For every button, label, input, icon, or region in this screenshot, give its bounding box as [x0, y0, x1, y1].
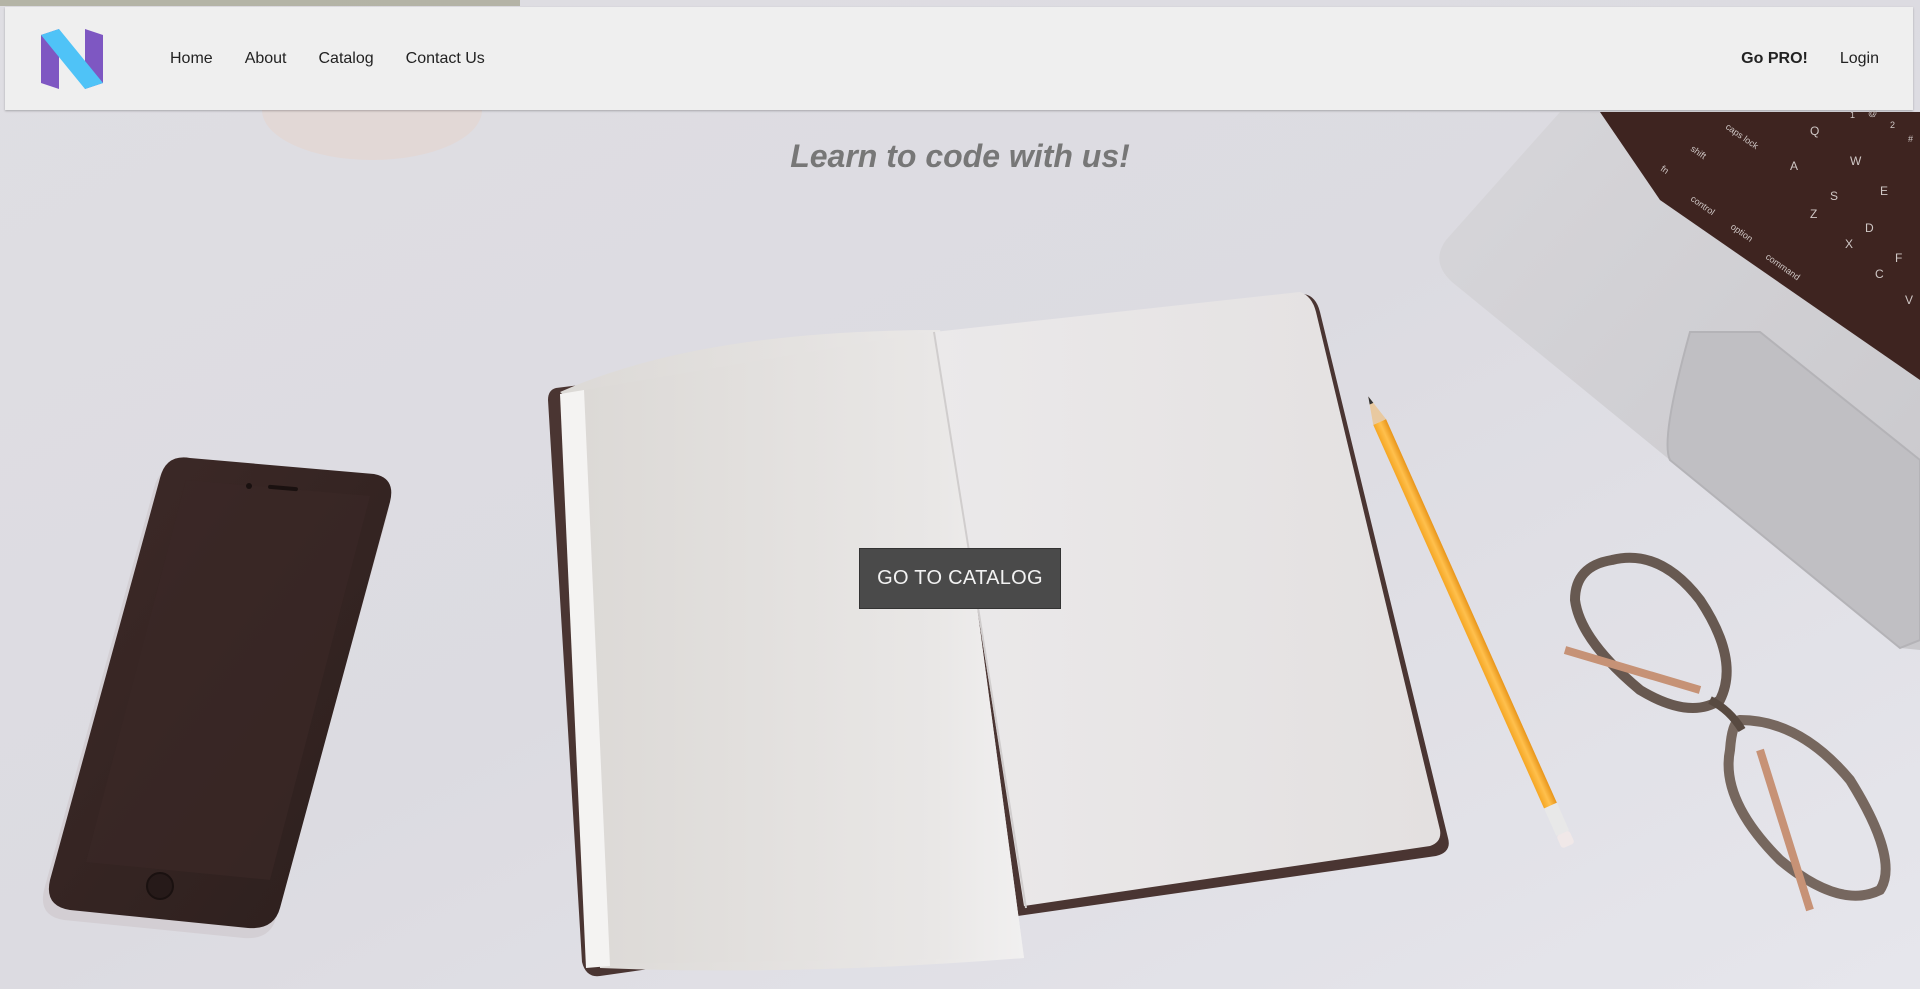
- nav-right-links: Go PRO! Login: [1725, 7, 1895, 110]
- svg-text:V: V: [1905, 293, 1913, 307]
- nav-left-links: Home About Catalog Contact Us: [154, 7, 501, 110]
- svg-text:S: S: [1830, 189, 1838, 203]
- nav-about-link[interactable]: About: [229, 50, 303, 68]
- svg-text:Q: Q: [1810, 124, 1819, 138]
- svg-text:2: 2: [1890, 120, 1895, 130]
- svg-text:Z: Z: [1810, 207, 1817, 221]
- page: caps lock shift fn control option comman…: [0, 0, 1920, 989]
- svg-text:X: X: [1845, 237, 1853, 251]
- svg-text:D: D: [1865, 221, 1874, 235]
- hero-tagline: Learn to code with us!: [790, 138, 1130, 174]
- top-navbar: Home About Catalog Contact Us Go PRO! Lo…: [5, 7, 1913, 110]
- go-to-catalog-button[interactable]: GO TO CATALOG: [859, 548, 1061, 609]
- go-pro-link[interactable]: Go PRO!: [1725, 50, 1824, 68]
- nav-home-link[interactable]: Home: [154, 50, 229, 68]
- login-link[interactable]: Login: [1824, 50, 1895, 68]
- svg-text:E: E: [1880, 184, 1888, 198]
- n-logo-icon[interactable]: [37, 29, 107, 89]
- nav-contact-link[interactable]: Contact Us: [390, 50, 501, 68]
- nav-catalog-link[interactable]: Catalog: [303, 50, 390, 68]
- svg-text:F: F: [1895, 251, 1902, 265]
- svg-text:1: 1: [1850, 110, 1855, 120]
- svg-text:C: C: [1875, 267, 1884, 281]
